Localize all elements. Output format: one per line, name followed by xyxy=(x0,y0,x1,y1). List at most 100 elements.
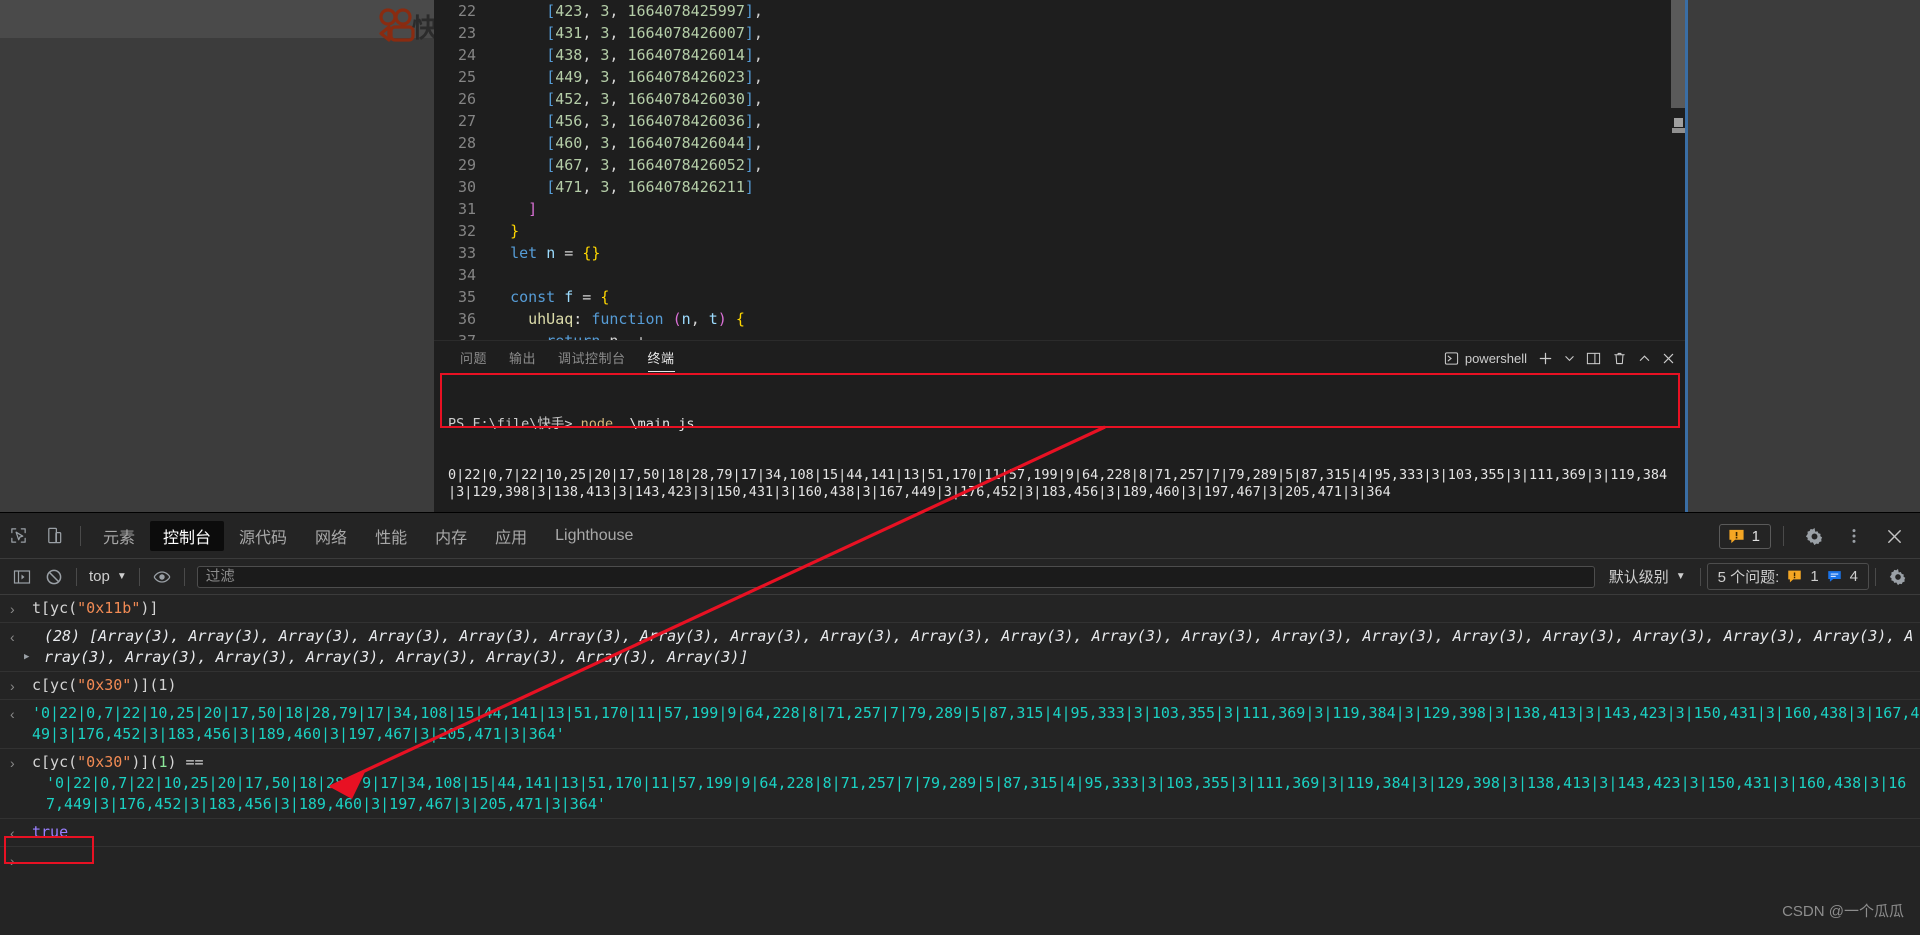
devtools-panel: 元素 控制台 源代码 网络 性能 内存 应用 Lighthouse 1 top … xyxy=(0,512,1920,935)
devtools-tab-4[interactable]: 性能 xyxy=(362,521,420,551)
console-message-list[interactable]: › t[yc("0x11b")] ‹ ▶ (28) [Array(3), Array(3… xyxy=(0,595,1920,935)
clear-console-icon[interactable] xyxy=(38,559,70,595)
console-sidebar-icon[interactable] xyxy=(6,559,38,595)
filterbar-divider-2 xyxy=(138,567,140,586)
line-number: 35 xyxy=(457,288,476,306)
panel-tab-0[interactable]: 问题 xyxy=(460,341,487,376)
code-line[interactable]: 25 [449, 3, 1664078426023], xyxy=(434,66,1685,88)
close-icon[interactable] xyxy=(1662,352,1675,365)
code-line[interactable]: 35 const f = { xyxy=(434,286,1685,308)
line-number: 37 xyxy=(434,330,492,340)
warning-icon xyxy=(1788,570,1802,583)
code-line[interactable]: 31 ] xyxy=(434,198,1685,220)
code-line[interactable]: 36 uhUaq: function (n, t) { xyxy=(434,308,1685,330)
filterbar-divider-5 xyxy=(1875,567,1876,586)
code-line[interactable]: 27 [456, 3, 1664078426036], xyxy=(434,110,1685,132)
code-line[interactable]: 32 } xyxy=(434,220,1685,242)
gear-icon[interactable] xyxy=(1882,559,1914,595)
live-expression-icon[interactable] xyxy=(146,559,178,595)
chevron-down-icon[interactable] xyxy=(1564,353,1575,364)
console-expression-line-2: '0|22|0,7|22|10,25|20|17,50|18|28,79|17|… xyxy=(46,774,1907,813)
devtools-tab-0[interactable]: 元素 xyxy=(90,521,148,551)
terminal-prompt-line-1: PS F:\file\快手> node .\main.js xyxy=(448,416,1673,433)
more-options-icon[interactable] xyxy=(1836,513,1872,559)
console-message[interactable]: ‹ '0|22|0,7|22|10,25|20|17,50|18|28,79|17… xyxy=(0,700,1920,749)
line-number: 32 xyxy=(457,222,476,240)
console-expression: c[yc("0x30")](1) xyxy=(32,676,177,694)
code-text: [460, 3, 1664078426044], xyxy=(546,134,763,152)
input-marker-icon: › xyxy=(10,678,15,694)
console-message[interactable]: › t[yc("0x11b")] xyxy=(0,595,1920,623)
code-text: ] xyxy=(528,200,538,218)
context-selector[interactable]: top ▼ xyxy=(83,568,133,585)
code-line[interactable]: 24 [438, 3, 1664078426014], xyxy=(434,44,1685,66)
devtools-tab-2[interactable]: 源代码 xyxy=(226,521,300,551)
devtools-tab-3[interactable]: 网络 xyxy=(302,521,360,551)
code-line[interactable]: 37 return n + xyxy=(434,330,1685,340)
editor-scrollbar[interactable] xyxy=(1671,0,1685,340)
console-prompt-row[interactable]: › xyxy=(0,847,1920,873)
panel-tab-1[interactable]: 输出 xyxy=(509,341,536,376)
devtools-tab-5[interactable]: 内存 xyxy=(422,521,480,551)
code-text: uhUaq: function (n, t) { xyxy=(528,310,745,328)
chevron-up-icon[interactable] xyxy=(1638,352,1651,365)
line-number: 27 xyxy=(457,112,476,130)
code-text: } xyxy=(510,222,520,240)
log-level-selector[interactable]: 默认级别 ▼ xyxy=(1601,566,1694,587)
code-text: let n = {} xyxy=(510,244,601,262)
bottom-panel: 问题 输出 调试控制台 终端 powershell PS F:\file\快手>… xyxy=(434,340,1685,512)
console-message[interactable]: › c[yc("0x30")](1) == '0|22|0,7|22|10,25|2… xyxy=(0,749,1920,819)
devtools-tab-list: 元素 控制台 源代码 网络 性能 内存 应用 Lighthouse xyxy=(89,520,647,551)
code-text: [423, 3, 1664078425997], xyxy=(546,2,763,20)
code-line[interactable]: 26 [452, 3, 1664078426030], xyxy=(434,88,1685,110)
console-message[interactable]: › c[yc("0x30")](1) xyxy=(0,672,1920,700)
code-text: [452, 3, 1664078426030], xyxy=(546,90,763,108)
warning-badge[interactable]: 1 xyxy=(1718,523,1771,549)
close-icon[interactable] xyxy=(1876,513,1912,559)
code-line[interactable]: 34 xyxy=(434,264,1685,286)
devtools-tab-7[interactable]: Lighthouse xyxy=(542,521,646,551)
line-number: 22 xyxy=(457,2,476,20)
info-icon xyxy=(1827,571,1841,582)
expand-array-icon[interactable]: ▶ xyxy=(24,647,29,668)
trash-icon[interactable] xyxy=(1612,351,1627,366)
code-line[interactable]: 33 let n = {} xyxy=(434,242,1685,264)
console-message[interactable]: ‹ true xyxy=(0,819,1920,847)
console-filter-input[interactable] xyxy=(196,565,1595,588)
issues-summary-chip[interactable]: 5 个问题: 1 4 xyxy=(1706,563,1869,590)
chevron-down-icon: ▼ xyxy=(1675,571,1686,582)
input-marker-icon: › xyxy=(10,601,15,617)
device-toolbar-icon[interactable] xyxy=(36,513,72,559)
terminal-result-output: 0|22|0,7|22|10,25|20|17,50|18|28,79|17|3… xyxy=(448,467,1668,500)
console-message[interactable]: ‹ ▶ (28) [Array(3), Array(3), Array(3), Ar… xyxy=(0,623,1920,672)
code-text: [449, 3, 1664078426023], xyxy=(546,68,763,86)
terminal-output[interactable]: PS F:\file\快手> node .\main.js 0|22|0,7|2… xyxy=(434,376,1685,512)
editor-scrollbar-thumb[interactable] xyxy=(1671,0,1685,108)
code-line[interactable]: 29 [467, 3, 1664078426052], xyxy=(434,154,1685,176)
devtools-tab-1[interactable]: 控制台 xyxy=(150,520,225,551)
line-number: 26 xyxy=(457,90,476,108)
code-line[interactable]: 28 [460, 3, 1664078426044], xyxy=(434,132,1685,154)
code-line[interactable]: 23 [431, 3, 1664078426007], xyxy=(434,22,1685,44)
devtools-right-actions: 1 xyxy=(1718,513,1912,559)
code-lines-container[interactable]: 22 [423, 3, 1664078425997], 23 [431, 3, 1… xyxy=(434,0,1685,340)
line-number: 34 xyxy=(457,266,476,284)
filterbar-divider-3 xyxy=(183,567,185,586)
panel-tab-2[interactable]: 调试控制台 xyxy=(558,341,626,376)
gear-icon[interactable] xyxy=(1796,513,1832,559)
inspect-element-icon[interactable] xyxy=(0,513,36,559)
panel-tab-3[interactable]: 终端 xyxy=(647,341,675,376)
code-text: [471, 3, 1664078426211] xyxy=(546,178,754,196)
code-line[interactable]: 22 [423, 3, 1664078425997], xyxy=(434,0,1685,22)
issues-warning-count: 1 xyxy=(1810,568,1819,585)
terminal-shell-chip[interactable]: powershell xyxy=(1444,351,1527,366)
line-number: 31 xyxy=(457,200,476,218)
split-terminal-icon[interactable] xyxy=(1586,351,1601,366)
code-line[interactable]: 30 [471, 3, 1664078426211] xyxy=(434,176,1685,198)
devtools-tab-6[interactable]: 应用 xyxy=(482,521,540,551)
add-terminal-icon[interactable] xyxy=(1538,351,1553,366)
code-text: [438, 3, 1664078426014], xyxy=(546,46,763,64)
desktop-background-lower xyxy=(0,38,435,512)
vscode-window: 快手 22 [423, 3, 1664078425997],23 [431, 3… xyxy=(0,0,1920,512)
